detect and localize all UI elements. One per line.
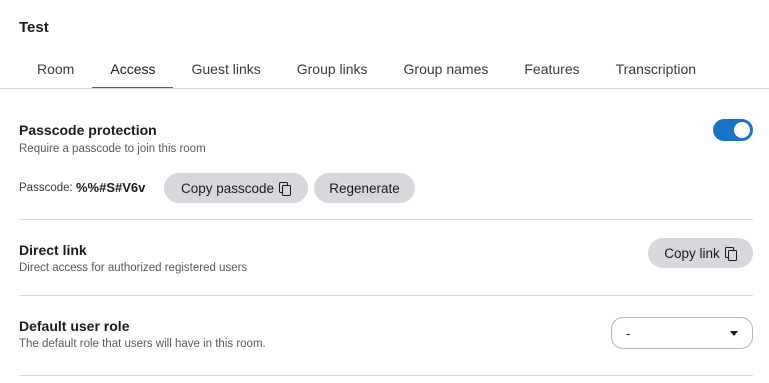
tab-transcription-label: Transcription — [615, 61, 697, 77]
tab-guest-links-label: Guest links — [191, 61, 261, 77]
direct-link-title: Direct link — [19, 242, 87, 258]
direct-link-description: Direct access for authorized registered … — [19, 262, 248, 274]
passcode-label: Passcode: — [19, 182, 73, 194]
tab-group-links-label: Group links — [296, 61, 368, 77]
default-user-role-select[interactable]: - — [611, 317, 753, 349]
section-divider — [19, 219, 753, 220]
tab-group-names-label: Group names — [403, 61, 489, 77]
default-user-role-description: The default role that users will have in… — [19, 338, 266, 350]
regenerate-button[interactable]: Regenerate — [314, 173, 415, 203]
room-title: Test — [19, 19, 49, 36]
passcode-protection-toggle[interactable] — [713, 119, 753, 141]
passcode-value: %%#S#V6v — [76, 180, 146, 195]
tab-features[interactable]: Features — [506, 50, 597, 88]
tab-room[interactable]: Room — [19, 50, 92, 88]
chevron-down-icon — [730, 330, 738, 336]
toggle-knob — [734, 122, 750, 138]
copy-passcode-label: Copy passcode — [180, 180, 275, 196]
passcode-protection-description: Require a passcode to join this room — [19, 143, 206, 155]
tab-access-label: Access — [110, 61, 156, 77]
regenerate-label: Regenerate — [329, 180, 400, 196]
default-user-role-value: - — [626, 325, 631, 341]
section-divider — [19, 375, 753, 376]
tabs-divider — [0, 88, 769, 89]
tab-features-label: Features — [524, 61, 580, 77]
section-divider — [19, 295, 753, 296]
tab-transcription[interactable]: Transcription — [598, 50, 714, 88]
copy-icon — [279, 181, 292, 196]
passcode-protection-title: Passcode protection — [19, 122, 157, 138]
tab-group-links[interactable]: Group links — [279, 50, 386, 88]
copy-passcode-button[interactable]: Copy passcode — [164, 173, 308, 203]
copy-link-button[interactable]: Copy link — [648, 238, 753, 268]
tab-room-label: Room — [37, 61, 75, 77]
settings-tabs: Room Access Guest links Group links Grou… — [19, 50, 769, 89]
copy-icon — [724, 246, 737, 261]
tab-access[interactable]: Access — [92, 50, 174, 89]
default-user-role-title: Default user role — [19, 318, 130, 334]
tab-guest-links[interactable]: Guest links — [173, 50, 278, 88]
tab-group-names[interactable]: Group names — [386, 50, 507, 88]
copy-link-label: Copy link — [664, 245, 720, 261]
